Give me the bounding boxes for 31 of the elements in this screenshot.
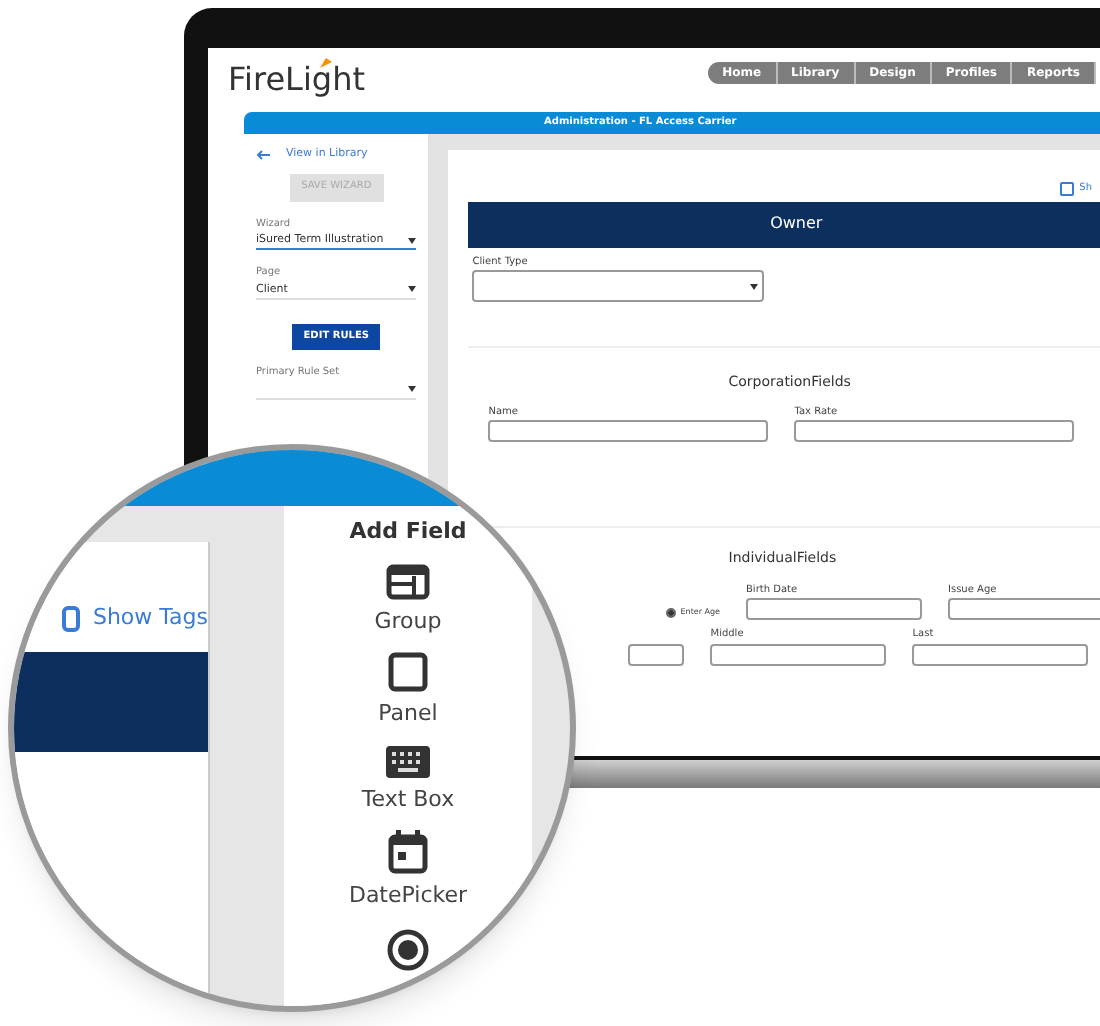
field-type-label[interactable]: Panel — [378, 698, 438, 731]
square-icon — [388, 652, 428, 692]
checkbox[interactable] — [1059, 182, 1074, 197]
radio-button-icon — [386, 927, 430, 971]
select-field[interactable] — [256, 381, 417, 400]
group-icon — [386, 563, 430, 599]
text-input[interactable] — [628, 643, 685, 665]
text-input[interactable] — [746, 598, 922, 620]
calendar-icon — [388, 830, 428, 874]
caret-icon — [750, 283, 759, 289]
text-input[interactable] — [948, 598, 1100, 620]
logo-spark-icon — [320, 58, 333, 68]
keyboard-icon — [385, 745, 430, 777]
show-tags-label: Show Tags — [92, 602, 208, 634]
owner-header: Owner — [468, 201, 1100, 247]
caret-icon — [408, 386, 417, 393]
caret-icon — [408, 237, 417, 244]
field-type-label[interactable]: Text Box — [361, 783, 455, 816]
logo-text: FireLight — [228, 64, 365, 96]
text-input[interactable] — [794, 420, 1075, 442]
panel-title: Add Field — [349, 516, 467, 548]
back-arrow-icon — [256, 149, 270, 160]
radio-button[interactable] — [666, 607, 677, 617]
text-input[interactable] — [488, 420, 769, 442]
field-type-label[interactable]: Group — [374, 605, 442, 638]
text-input[interactable] — [710, 643, 887, 665]
checkbox[interactable] — [62, 605, 81, 632]
client-type-select[interactable] — [472, 270, 765, 302]
caret-icon — [408, 286, 417, 293]
field-type-label[interactable]: DatePicker — [348, 880, 468, 913]
text-input[interactable] — [912, 643, 1089, 665]
